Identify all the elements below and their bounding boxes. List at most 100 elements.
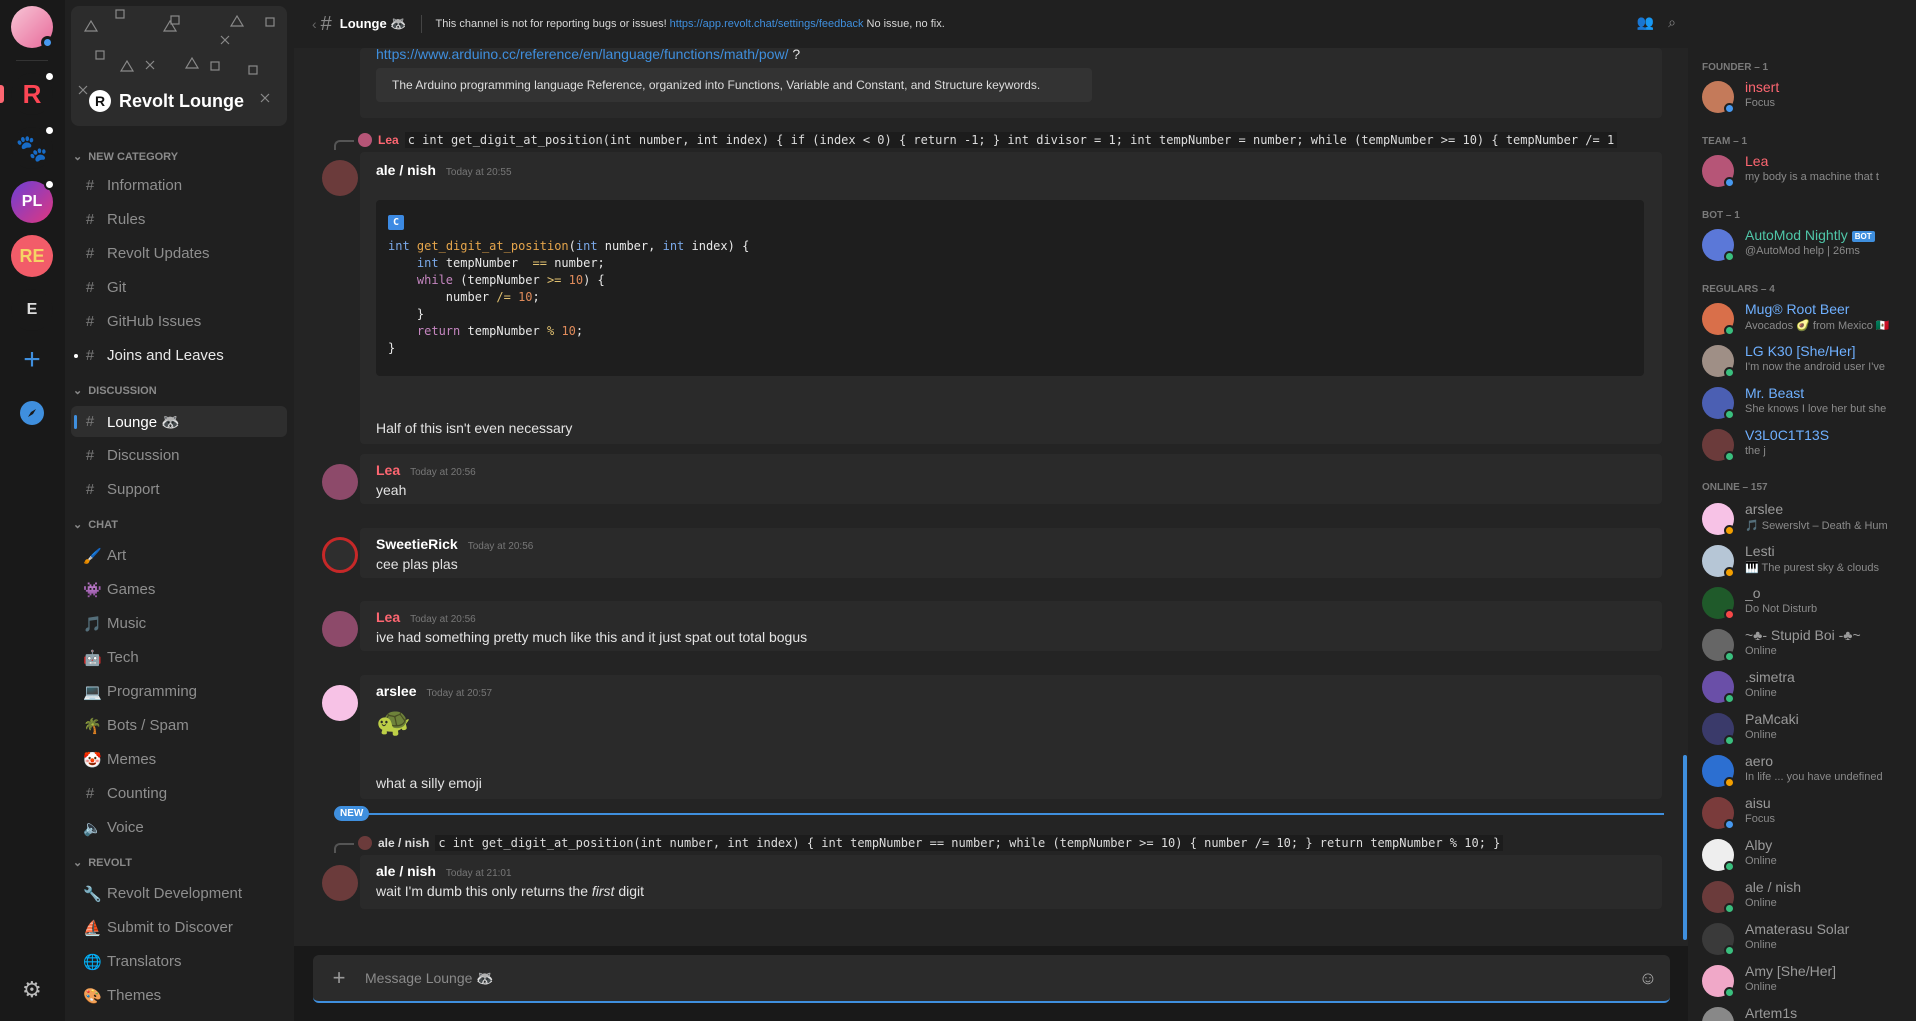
member-name: V3L0C1T13S <box>1745 427 1915 443</box>
channel-music[interactable]: 🎵 Music <box>71 608 287 639</box>
members-icon[interactable]: 👥 <box>1637 14 1654 31</box>
reply-reference[interactable]: Lea c int get_digit_at_position(int numb… <box>358 132 1618 148</box>
arduino-link[interactable]: https://www.arduino.cc/reference/en/lang… <box>376 48 788 62</box>
member-item[interactable]: Mr. Beast She knows I love her but she <box>1702 384 1912 422</box>
member-item[interactable]: arslee 🎵 Sewerslvt – Death & Hum <box>1702 500 1912 538</box>
back-chevron-icon[interactable]: ‹ <box>312 16 317 32</box>
settings-gear-icon[interactable]: ⚙ <box>22 977 42 1003</box>
channel-label: Joins and Leaves <box>107 347 224 364</box>
emoji-picker-icon[interactable]: ☺ <box>1626 968 1670 989</box>
channel-translators[interactable]: 🌐 Translators <box>71 946 287 977</box>
message[interactable]: ale / nish Today at 20:55 C int get_digit… <box>322 152 1662 444</box>
message[interactable]: Lea Today at 20:56 ive had something pret… <box>322 601 1662 651</box>
member-item[interactable]: Artem1s <box>1702 1004 1912 1021</box>
presence-status-icon <box>1724 861 1735 872</box>
category-new-category[interactable]: ⌄ NEW CATEGORY <box>73 150 178 164</box>
reply-reference[interactable]: ale / nish c int get_digit_at_position(i… <box>358 835 1504 851</box>
message-input[interactable] <box>365 970 1626 986</box>
avatar[interactable] <box>322 160 358 196</box>
avatar[interactable] <box>322 865 358 901</box>
member-item[interactable]: PaMcaki Online <box>1702 710 1912 748</box>
server-e[interactable]: E <box>11 289 53 331</box>
message-author[interactable]: arslee Today at 20:57 <box>376 683 492 699</box>
user-avatar[interactable] <box>11 6 54 49</box>
avatar[interactable] <box>322 464 358 500</box>
channel-discussion[interactable]: # Discussion <box>71 440 287 471</box>
member-item[interactable]: V3L0C1T13S the j <box>1702 426 1912 464</box>
member-item[interactable]: AutoMod Nightly BOT @AutoMod help | 26ms <box>1702 226 1912 264</box>
channel-git[interactable]: # Git <box>71 272 287 303</box>
member-item[interactable]: .simetra Online <box>1702 668 1912 706</box>
message-author[interactable]: ale / nish Today at 20:55 <box>376 162 512 178</box>
message[interactable]: ale / nish Today at 21:01 wait I'm dumb t… <box>322 855 1662 909</box>
member-scrollbar[interactable] <box>1683 755 1687 940</box>
channel-github-issues[interactable]: # GitHub Issues <box>71 306 287 337</box>
avatar[interactable] <box>322 537 358 573</box>
category-chat[interactable]: ⌄ CHAT <box>73 518 118 532</box>
channel-submit-to-discover[interactable]: ⛵ Submit to Discover <box>71 912 287 943</box>
channel-revolt-updates[interactable]: # Revolt Updates <box>71 238 287 269</box>
avatar[interactable] <box>322 611 358 647</box>
member-item[interactable]: Amy [She/Her] Online <box>1702 962 1912 1000</box>
server-banner[interactable]: R Revolt Lounge <box>71 6 287 126</box>
category-discussion[interactable]: ⌄ DISCUSSION <box>73 384 157 398</box>
channel-programming[interactable]: 💻 Programming <box>71 676 287 707</box>
channel-label: Themes <box>107 987 162 1004</box>
channel-games[interactable]: 👾 Games <box>71 574 287 605</box>
message-author[interactable]: Lea Today at 20:56 <box>376 609 476 625</box>
member-item[interactable]: Mug® Root Beer Avocados 🥑 from Mexico 🇲🇽 <box>1702 300 1912 338</box>
channel-rules[interactable]: # Rules <box>71 204 287 235</box>
member-item[interactable]: Alby Online <box>1702 836 1912 874</box>
channel-joins-and-leaves[interactable]: # Joins and Leaves <box>71 340 287 371</box>
add-server-button[interactable]: + <box>11 339 53 381</box>
link-embed[interactable]: The Arduino programming language Referen… <box>376 68 1092 102</box>
channel-counting[interactable]: # Counting <box>71 778 287 809</box>
message-author[interactable]: SweetieRick Today at 20:56 <box>376 536 533 552</box>
feedback-link[interactable]: https://app.revolt.chat/settings/feedbac… <box>670 18 864 30</box>
server-revolt[interactable]: R <box>11 71 55 115</box>
member-item[interactable]: aisu Focus <box>1702 794 1912 832</box>
channel-revolt-development[interactable]: 🔧 Revolt Development <box>71 878 287 909</box>
channel-lounge[interactable]: # Lounge 🦝 <box>71 406 287 437</box>
channel-label: Revolt Development <box>107 885 243 902</box>
discover-button[interactable] <box>11 392 53 434</box>
member-item[interactable]: aero In life ... you have undefined <box>1702 752 1912 790</box>
channel-themes[interactable]: 🎨 Themes <box>71 980 287 1011</box>
member-item[interactable]: Lea my body is a machine that t <box>1702 152 1912 190</box>
channel-bots-spam[interactable]: 🌴 Bots / Spam <box>71 710 287 741</box>
avatar[interactable] <box>322 685 358 721</box>
channel-voice[interactable]: 🔈 Voice <box>71 812 287 843</box>
member-name: Artem1s <box>1745 1005 1915 1021</box>
message-list[interactable]: https://www.arduino.cc/reference/en/lang… <box>294 48 1688 946</box>
category-revolt[interactable]: ⌄ REVOLT <box>73 856 132 870</box>
server-paw[interactable]: 🐾 <box>11 125 55 169</box>
channel-tech[interactable]: 🤖 Tech <box>71 642 287 673</box>
member-item[interactable]: insert Focus <box>1702 78 1912 116</box>
search-icon[interactable]: ⌕ <box>1668 14 1676 31</box>
member-item[interactable]: Lesti 🎹 The purest sky & clouds <box>1702 542 1912 580</box>
server-re[interactable]: RE <box>11 235 53 277</box>
message[interactable]: SweetieRick Today at 20:56 cee plas plas <box>322 528 1662 578</box>
upload-plus-icon[interactable]: + <box>313 965 365 991</box>
message-author[interactable]: ale / nish Today at 21:01 <box>376 863 512 879</box>
message[interactable]: Lea Today at 20:56 yeah <box>322 454 1662 504</box>
channel-label: Counting <box>107 785 168 802</box>
channel-label: GitHub Issues <box>107 313 202 330</box>
member-item[interactable]: Amaterasu Solar Online <box>1702 920 1912 958</box>
member-item[interactable]: ale / nish Online <box>1702 878 1912 916</box>
message-author[interactable]: Lea Today at 20:56 <box>376 462 476 478</box>
server-pl[interactable]: PL <box>11 179 55 223</box>
member-item[interactable]: LG K30 [She/Her] I'm now the android user… <box>1702 342 1912 380</box>
member-name-text: AutoMod Nightly <box>1745 227 1848 243</box>
message[interactable]: arslee Today at 20:57 🐢 what a silly emoj… <box>322 675 1662 799</box>
channel-memes[interactable]: 🤡 Memes <box>71 744 287 775</box>
channel-support[interactable]: # Support <box>71 474 287 505</box>
message-continuation: https://www.arduino.cc/reference/en/lang… <box>360 48 1662 118</box>
channel-information[interactable]: # Information <box>71 170 287 201</box>
channel-art[interactable]: 🖌️ Art <box>71 540 287 571</box>
member-status-text: Online <box>1745 981 1777 993</box>
member-name: Lesti <box>1745 543 1915 559</box>
member-item[interactable]: ~♣- Stupid Boi -♣~ Online <box>1702 626 1912 664</box>
member-item[interactable]: _o Do Not Disturb <box>1702 584 1912 622</box>
laptop-icon: 💻 <box>83 683 102 701</box>
